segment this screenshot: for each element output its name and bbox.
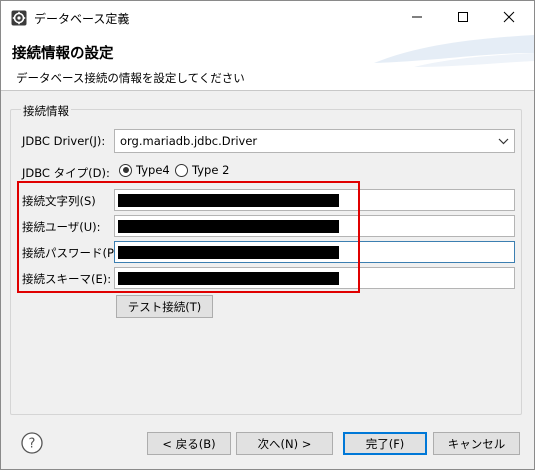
maximize-button[interactable]	[440, 1, 486, 33]
radio-unchecked-icon	[175, 163, 188, 177]
svg-text:?: ?	[29, 437, 36, 452]
page-title: 接続情報の設定	[12, 46, 114, 62]
settings-gear-icon	[11, 10, 27, 26]
minimize-icon	[412, 16, 422, 18]
wizard-content: 接続情報 JDBC Driver(J): org.mariadb.jdbc.Dr…	[1, 92, 534, 422]
radio-type2[interactable]: Type 2	[175, 163, 229, 177]
driver-label: JDBC Driver(J):	[22, 134, 106, 148]
minimize-button[interactable]	[394, 1, 440, 33]
radio-checked-icon	[119, 163, 132, 177]
title-bar[interactable]: データベース定義	[1, 1, 534, 33]
help-question-icon[interactable]: ?	[21, 432, 43, 454]
cancel-button[interactable]: キャンセル	[433, 432, 520, 455]
close-icon	[503, 11, 515, 23]
driver-select[interactable]: org.mariadb.jdbc.Driver	[114, 129, 515, 153]
test-connection-button[interactable]: テスト接続(T)	[116, 295, 213, 318]
red-highlight-box	[17, 181, 360, 293]
finish-button[interactable]: 完了(F)	[343, 432, 427, 455]
next-button[interactable]: 次へ(N) >	[236, 432, 333, 455]
radio-type4-label: Type4	[136, 163, 170, 177]
close-button[interactable]	[486, 1, 532, 33]
chevron-down-icon	[498, 138, 509, 145]
page-description: データベース接続の情報を設定してください	[16, 71, 245, 85]
wizard-footer: ? < 戻る(B) 次へ(N) > 完了(F) キャンセル	[1, 422, 534, 469]
wizard-header: 接続情報の設定 データベース接続の情報を設定してください	[1, 33, 534, 91]
radio-type2-label: Type 2	[192, 163, 230, 177]
driver-value: org.mariadb.jdbc.Driver	[120, 134, 258, 148]
header-decoration	[374, 35, 534, 67]
maximize-icon	[458, 12, 468, 22]
back-button[interactable]: < 戻る(B)	[147, 432, 231, 455]
type-label: JDBC タイプ(D):	[22, 166, 110, 180]
group-label: 接続情報	[21, 103, 71, 119]
window-title: データベース定義	[34, 12, 130, 26]
radio-type4[interactable]: Type4	[119, 163, 170, 177]
dialog-window: データベース定義 接続情報の設定 データベース接続の情報を設定してください 接続…	[0, 0, 535, 470]
